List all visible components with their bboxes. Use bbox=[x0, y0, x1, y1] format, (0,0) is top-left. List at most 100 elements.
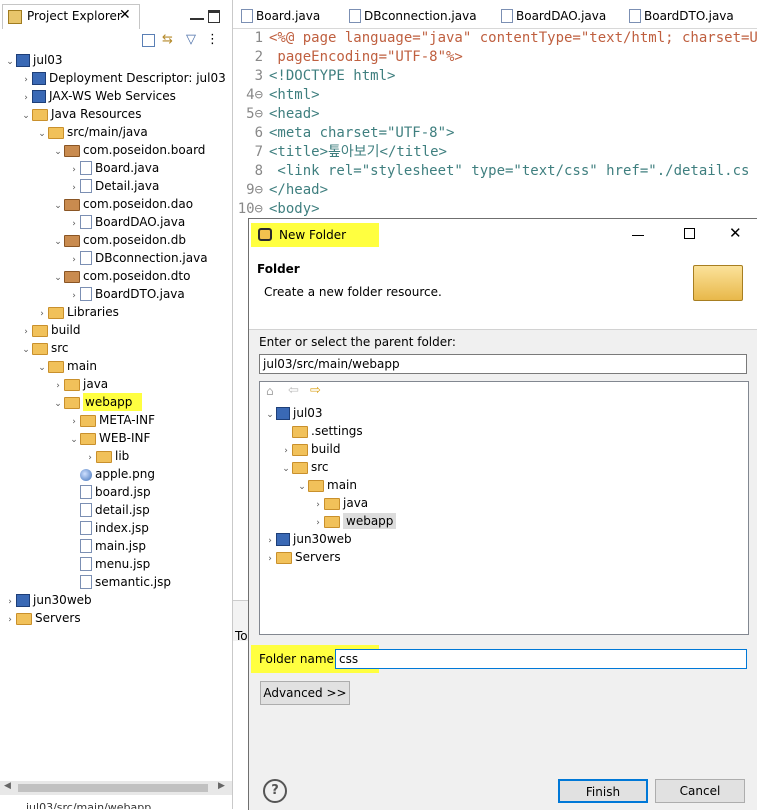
expand-open-icon[interactable]: ⌄ bbox=[296, 478, 308, 496]
collapse-all-icon[interactable] bbox=[142, 34, 155, 47]
expand-open-icon[interactable]: ⌄ bbox=[52, 143, 64, 161]
project-tree-item[interactable]: ⌄ jul03 bbox=[4, 51, 63, 69]
folder-name-input[interactable]: css bbox=[335, 649, 747, 669]
home-icon[interactable]: ⌂ bbox=[266, 384, 274, 398]
link-editor-icon[interactable]: ⇆ bbox=[162, 32, 173, 47]
expand-open-icon[interactable]: ⌄ bbox=[36, 125, 48, 143]
forward-icon[interactable]: ⇨ bbox=[310, 383, 321, 398]
tab-project-explorer[interactable]: Project Explorer ✕ bbox=[2, 4, 140, 29]
code-line[interactable]: 1 <%@ page language="java" contentType="t… bbox=[233, 29, 757, 48]
editor-tab[interactable]: Board.java bbox=[241, 6, 320, 26]
project-tree-item[interactable]: › lib bbox=[84, 447, 129, 465]
project-tree-item[interactable]: › Detail.java bbox=[68, 177, 159, 195]
folder-tree-item[interactable]: › webapp bbox=[312, 512, 397, 530]
editor-tab[interactable]: BoardDTO.java bbox=[629, 6, 734, 26]
folder-tree-item[interactable]: ⌄ jul03 bbox=[264, 404, 323, 422]
project-tree-item[interactable]: › Board.java bbox=[68, 159, 159, 177]
code-line[interactable]: 5⊖ <head> bbox=[233, 105, 319, 124]
project-tree-item[interactable]: ⌄ com.poseidon.dto bbox=[52, 267, 190, 285]
expand-open-icon[interactable]: ⌄ bbox=[264, 406, 276, 424]
bottom-panel-tab-label[interactable]: To bbox=[235, 629, 248, 643]
finish-button[interactable]: Finish bbox=[558, 779, 648, 803]
expand-open-icon[interactable]: ⌄ bbox=[52, 233, 64, 251]
project-tree-item[interactable]: ⌄ Java Resources bbox=[20, 105, 141, 123]
project-tree-item[interactable]: › DBconnection.java bbox=[68, 249, 208, 267]
scroll-left-icon[interactable]: ◀ bbox=[4, 781, 11, 791]
project-tree-item[interactable]: › BoardDTO.java bbox=[68, 285, 185, 303]
expand-open-icon[interactable]: ⌄ bbox=[68, 431, 80, 449]
project-tree-item[interactable]: detail.jsp bbox=[68, 501, 150, 519]
project-tree-item[interactable]: › Libraries bbox=[36, 303, 119, 321]
folder-tree-item[interactable]: › Servers bbox=[264, 548, 341, 566]
project-tree-item[interactable]: › Servers bbox=[4, 609, 81, 627]
cancel-button[interactable]: Cancel bbox=[655, 779, 745, 803]
folder-tree-item[interactable]: › build bbox=[280, 440, 341, 458]
code-text: <html> bbox=[269, 87, 320, 103]
code-line[interactable]: 8 <link rel="stylesheet" type="text/css"… bbox=[233, 162, 750, 181]
expand-open-icon[interactable]: ⌄ bbox=[36, 359, 48, 377]
project-tree-item[interactable]: menu.jsp bbox=[68, 555, 150, 573]
project-tree-item[interactable]: › jun30web bbox=[4, 591, 92, 609]
project-tree-item[interactable]: › JAX-WS Web Services bbox=[20, 87, 176, 105]
parent-folder-tree[interactable]: ⌂ ⇦ ⇨ ⌄ jul03 .settings › build ⌄ src ⌄ main › jav… bbox=[259, 381, 749, 635]
folder-tree-item[interactable]: › java bbox=[312, 494, 368, 512]
project-tree-item[interactable]: › build bbox=[20, 321, 81, 339]
horizontal-scrollbar[interactable]: ◀ ▶ bbox=[0, 781, 232, 795]
expand-open-icon[interactable]: ⌄ bbox=[52, 395, 64, 413]
project-tree-item[interactable]: ⌄ src/main/java bbox=[36, 123, 148, 141]
project-tree-item[interactable]: ⌄ main bbox=[36, 357, 97, 375]
project-tree-item[interactable]: board.jsp bbox=[68, 483, 151, 501]
help-icon[interactable]: ? bbox=[263, 779, 287, 803]
expand-open-icon[interactable]: ⌄ bbox=[52, 197, 64, 215]
advanced-button[interactable]: Advanced >> bbox=[260, 681, 350, 705]
project-tree-item[interactable]: › META-INF bbox=[68, 411, 155, 429]
project-tree-item[interactable]: main.jsp bbox=[68, 537, 146, 555]
view-menu-icon[interactable]: ⋮ bbox=[206, 32, 219, 47]
code-line[interactable]: 6 <meta charset="UTF-8"> bbox=[233, 124, 455, 143]
back-icon[interactable]: ⇦ bbox=[288, 383, 299, 398]
editor-tab[interactable]: BoardDAO.java bbox=[501, 6, 606, 26]
project-tree-item[interactable]: ⌄ com.poseidon.db bbox=[52, 231, 186, 249]
expand-closed-icon[interactable]: › bbox=[4, 611, 16, 629]
maximize-icon[interactable] bbox=[208, 10, 220, 23]
project-tree-item[interactable]: apple.png bbox=[68, 465, 155, 483]
project-tree-item[interactable]: › java bbox=[52, 375, 108, 393]
project-tree-item[interactable]: ⌄ src bbox=[20, 339, 69, 357]
folder-tree-item[interactable]: .settings bbox=[280, 422, 363, 440]
code-line[interactable]: 9⊖ </head> bbox=[233, 181, 328, 200]
scroll-right-icon[interactable]: ▶ bbox=[218, 781, 225, 791]
maximize-icon[interactable] bbox=[684, 228, 695, 239]
scroll-thumb[interactable] bbox=[18, 784, 208, 792]
project-tree-item[interactable]: › BoardDAO.java bbox=[68, 213, 185, 231]
minimize-icon[interactable] bbox=[190, 18, 204, 20]
close-icon[interactable]: ✕ bbox=[729, 224, 742, 242]
folder-tree-item[interactable]: ⌄ main bbox=[296, 476, 357, 494]
folder-tree-item[interactable]: ⌄ src bbox=[280, 458, 329, 476]
project-tree-item[interactable]: › Deployment Descriptor: jul03 bbox=[20, 69, 226, 87]
filter-icon[interactable]: ▽ bbox=[186, 32, 196, 47]
expand-open-icon[interactable]: ⌄ bbox=[20, 107, 32, 125]
project-tree-label: Deployment Descriptor: jul03 bbox=[49, 71, 226, 85]
code-line[interactable]: 4⊖ <html> bbox=[233, 86, 320, 105]
expand-open-icon[interactable]: ⌄ bbox=[20, 341, 32, 359]
expand-open-icon[interactable]: ⌄ bbox=[4, 53, 16, 71]
expand-open-icon[interactable]: ⌄ bbox=[280, 460, 292, 478]
project-tree-item[interactable]: ⌄ com.poseidon.board bbox=[52, 141, 205, 159]
code-line[interactable]: 7 <title>톺아보기</title> bbox=[233, 143, 447, 162]
folder-tree-item[interactable]: › jun30web bbox=[264, 530, 352, 548]
project-tree-item[interactable]: index.jsp bbox=[68, 519, 149, 537]
parent-folder-input[interactable]: jul03/src/main/webapp bbox=[259, 354, 747, 374]
code-line[interactable]: 10⊖ <body> bbox=[233, 200, 320, 219]
expand-closed-icon[interactable]: › bbox=[264, 550, 276, 568]
code-line[interactable]: 3 <!DOCTYPE html> bbox=[233, 67, 396, 86]
code-line[interactable]: 2 pageEncoding="UTF-8"%> bbox=[233, 48, 463, 67]
code-editor[interactable]: 1 <%@ page language="java" contentType="t… bbox=[233, 29, 757, 219]
project-tree-item[interactable]: ⌄ webapp bbox=[52, 393, 143, 413]
expand-open-icon[interactable]: ⌄ bbox=[52, 269, 64, 287]
minimize-icon[interactable] bbox=[632, 235, 644, 236]
close-icon[interactable]: ✕ bbox=[119, 7, 131, 23]
project-tree-item[interactable]: semantic.jsp bbox=[68, 573, 171, 591]
project-tree-item[interactable]: ⌄ WEB-INF bbox=[68, 429, 150, 447]
editor-tab[interactable]: DBconnection.java bbox=[349, 6, 477, 26]
project-tree-item[interactable]: ⌄ com.poseidon.dao bbox=[52, 195, 193, 213]
